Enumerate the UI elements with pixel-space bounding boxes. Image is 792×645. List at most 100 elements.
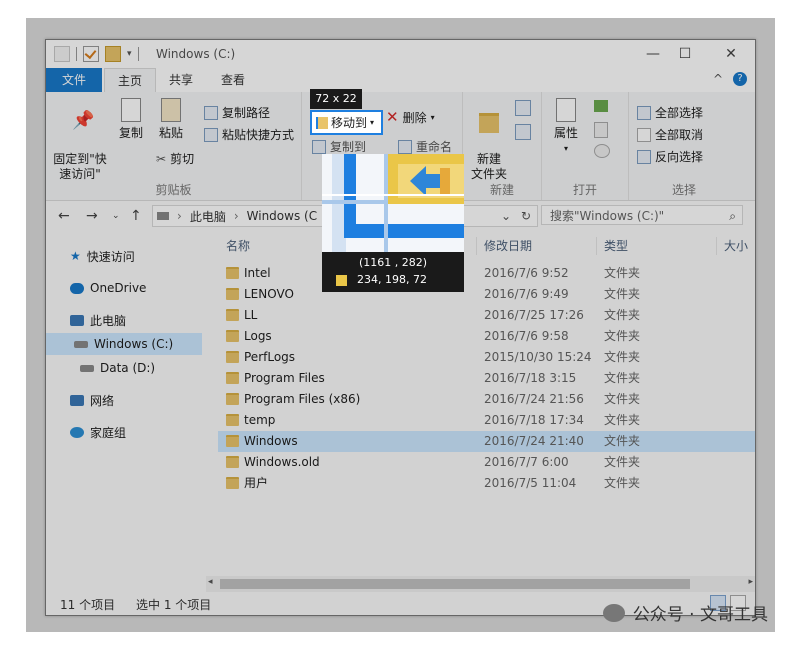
tab-view[interactable]: 查看	[210, 68, 256, 92]
file-name: PerfLogs	[244, 350, 296, 364]
sidebar-item-network[interactable]: 网络	[70, 391, 114, 409]
help-icon[interactable]: ?	[733, 72, 747, 86]
select-all-button[interactable]: 全部选择	[637, 104, 703, 121]
column-divider[interactable]	[596, 237, 597, 255]
select-none-button[interactable]: 全部取消	[637, 126, 703, 143]
file-name: Program Files (x86)	[244, 392, 361, 406]
properties-icon[interactable]	[83, 46, 99, 62]
scroll-right-icon[interactable]: ▸	[748, 577, 753, 587]
address-dropdown-icon[interactable]: ⌄	[501, 209, 511, 223]
drive-icon[interactable]	[54, 46, 70, 62]
sidebar-item-data-d[interactable]: Data (D:)	[80, 359, 155, 377]
column-header-name[interactable]: 名称	[226, 235, 250, 257]
column-header-type[interactable]: 类型	[604, 235, 628, 257]
sidebar-item-quick-access[interactable]: ★ 快速访问	[70, 247, 135, 265]
rename-button[interactable]: 重命名	[398, 138, 452, 155]
file-date: 2015/10/30 15:24	[484, 350, 592, 364]
table-row[interactable]: LL 2016/7/25 17:26 文件夹	[218, 305, 755, 326]
table-row[interactable]: 用户 2016/7/5 11:04 文件夹	[218, 473, 755, 494]
refresh-icon[interactable]: ↻	[521, 209, 531, 223]
table-row[interactable]: PerfLogs 2015/10/30 15:24 文件夹	[218, 347, 755, 368]
table-row[interactable]: LENOVO 2016/7/6 9:49 文件夹	[218, 284, 755, 305]
breadcrumb-chevron-icon[interactable]: ›	[177, 209, 182, 223]
maximize-button[interactable]: ☐	[670, 44, 700, 64]
select-group-label: 选择	[671, 183, 696, 197]
table-row[interactable]: Windows 2016/7/24 21:40 文件夹	[218, 431, 755, 452]
table-row[interactable]: Program Files 2016/7/18 3:15 文件夹	[218, 368, 755, 389]
file-date: 2016/7/6 9:52	[484, 266, 569, 280]
horizontal-scrollbar[interactable]: ◂ ▸	[206, 576, 755, 592]
tab-share[interactable]: 共享	[158, 68, 204, 92]
breadcrumb-chevron-icon[interactable]: ›	[234, 209, 239, 223]
item-count: 11 个项目	[60, 598, 116, 612]
folder-icon	[226, 477, 239, 489]
paste-icon	[161, 98, 181, 122]
recent-chevron-icon[interactable]: ⌄	[112, 211, 120, 221]
search-icon[interactable]: ⌕	[729, 206, 736, 226]
magnifier-zoom-image	[322, 154, 464, 252]
history-icon[interactable]	[594, 144, 610, 158]
file-date: 2016/7/24 21:56	[484, 392, 584, 406]
scrollbar-thumb[interactable]	[220, 579, 690, 589]
table-row[interactable]: Intel 2016/7/6 9:52 文件夹	[218, 263, 755, 284]
move-to-button[interactable]: 移动到 ▾	[310, 110, 383, 135]
drive-icon	[74, 340, 88, 348]
breadcrumb-windows-c[interactable]: Windows (C	[247, 209, 317, 223]
cut-label: 剪切	[170, 152, 195, 166]
up-arrow-icon[interactable]: ↑	[130, 208, 142, 224]
breadcrumb-this-pc[interactable]: 此电脑	[190, 208, 226, 225]
drive-icon	[157, 212, 169, 220]
close-button[interactable]: ✕	[716, 44, 746, 64]
copy-icon	[121, 98, 141, 122]
folder-icon	[226, 372, 239, 384]
folder-icon	[226, 393, 239, 405]
edit-icon[interactable]	[594, 122, 608, 138]
copy-button[interactable]: 复制	[114, 98, 148, 141]
table-row[interactable]: Program Files (x86) 2016/7/24 21:56 文件夹	[218, 389, 755, 410]
open-icon[interactable]	[594, 100, 608, 112]
customize-chevron-icon[interactable]: ▾	[127, 49, 132, 59]
pin-to-quick-access-button[interactable]: 📌 固定到"快 速访问"	[52, 98, 108, 182]
column-header-date[interactable]: 修改日期	[484, 235, 532, 257]
file-date: 2016/7/6 9:58	[484, 329, 569, 343]
paste-shortcut-icon	[204, 127, 218, 142]
file-date: 2016/7/18 17:34	[484, 413, 584, 427]
forward-arrow-icon[interactable]: →	[86, 208, 98, 224]
collapse-ribbon-icon[interactable]: ^	[713, 72, 723, 86]
table-row[interactable]: Logs 2016/7/6 9:58 文件夹	[218, 326, 755, 347]
sidebar-item-windows-c[interactable]: Windows (C:)	[46, 333, 202, 355]
table-row[interactable]: temp 2016/7/18 17:34 文件夹	[218, 410, 755, 431]
new-folder-label: 新建 文件夹	[470, 152, 507, 181]
properties-button[interactable]: 属性 ▾	[546, 98, 586, 156]
delete-button[interactable]: ✕ 删除 ▾	[386, 108, 435, 126]
scroll-left-icon[interactable]: ◂	[208, 577, 213, 587]
sidebar-item-homegroup[interactable]: 家庭组	[70, 423, 126, 441]
file-name: LL	[244, 308, 258, 322]
folder-icon	[226, 435, 239, 447]
cut-button[interactable]: ✂ 剪切	[156, 150, 194, 167]
column-divider[interactable]	[716, 237, 717, 255]
search-box[interactable]: 搜索"Windows (C:)" ⌕	[541, 205, 743, 225]
column-header-size[interactable]: 大小	[724, 235, 748, 257]
copy-path-button[interactable]: 复制路径	[204, 104, 270, 121]
copy-to-button[interactable]: 复制到	[312, 138, 366, 155]
paste-button[interactable]: 粘贴	[154, 98, 188, 141]
paste-shortcut-button[interactable]: 粘贴快捷方式	[204, 126, 294, 143]
easy-access-icon[interactable]	[515, 124, 531, 140]
open-group: 属性 ▾ 打开	[542, 92, 629, 200]
computer-icon	[70, 314, 84, 326]
new-folder-button[interactable]: 新建 文件夹	[467, 98, 511, 182]
tab-home[interactable]: 主页	[104, 68, 156, 94]
quick-access-toolbar: ▾	[54, 46, 139, 62]
invert-selection-button[interactable]: 反向选择	[637, 148, 703, 165]
new-folder-icon[interactable]	[105, 46, 121, 62]
minimize-button[interactable]: —	[638, 44, 668, 64]
sidebar-item-onedrive[interactable]: OneDrive	[70, 279, 146, 297]
tab-file[interactable]: 文件	[46, 68, 102, 92]
back-arrow-icon[interactable]: ←	[58, 208, 70, 224]
scissors-icon: ✂	[156, 151, 167, 166]
sidebar-item-this-pc[interactable]: 此电脑	[70, 311, 126, 329]
column-divider[interactable]	[476, 237, 477, 255]
table-row[interactable]: Windows.old 2016/7/7 6:00 文件夹	[218, 452, 755, 473]
new-item-icon[interactable]	[515, 100, 531, 116]
